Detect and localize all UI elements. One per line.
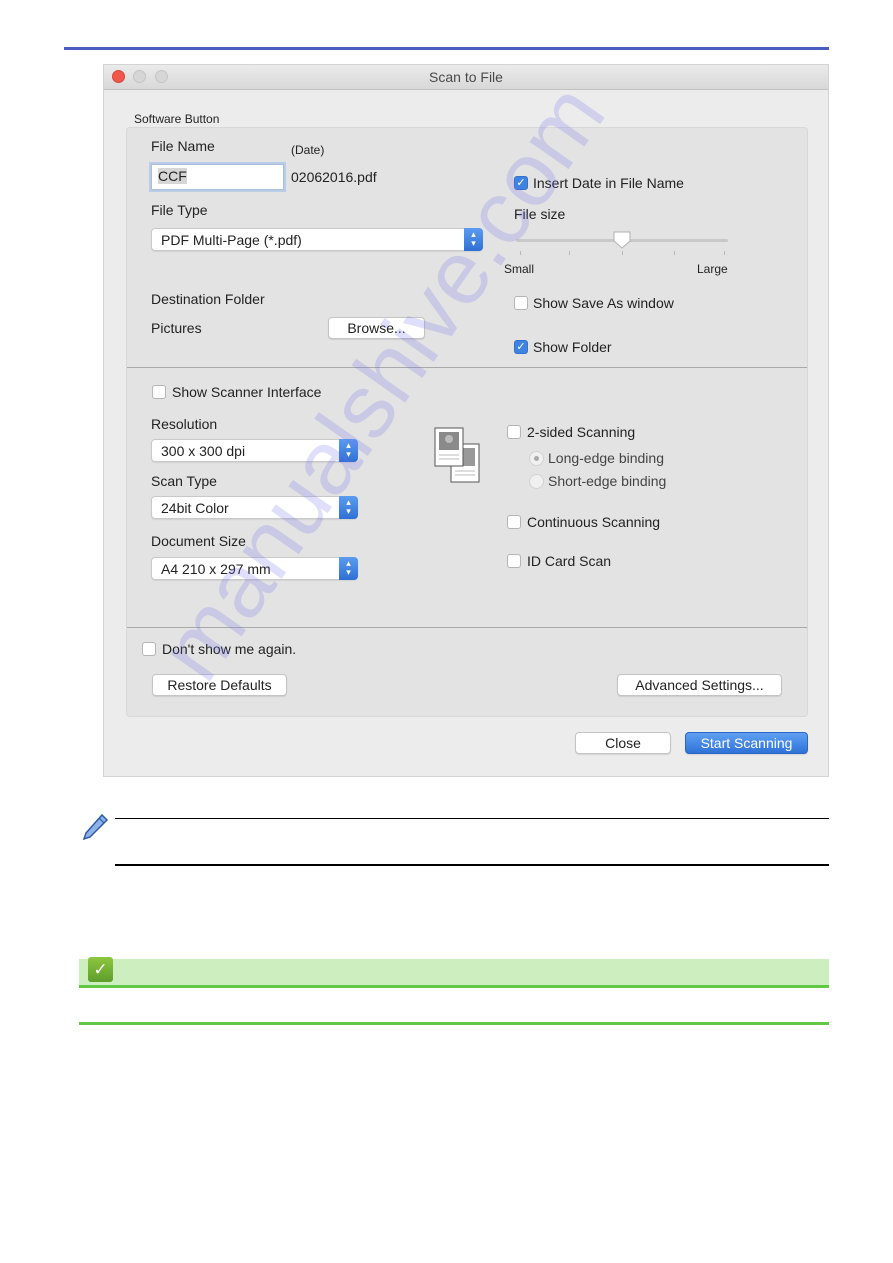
document-size-value: A4 210 x 297 mm [161,561,271,577]
scan-type-label: Scan Type [151,473,217,489]
related-info-rule [79,985,829,988]
show-folder-checkbox[interactable]: ✓ [514,340,528,354]
insert-date-label: Insert Date in File Name [533,175,684,191]
insert-date-checkbox[interactable]: ✓ [514,176,528,190]
destination-folder-label: Destination Folder [151,291,265,307]
slider-tick [674,251,675,255]
stepper-icon: ▴ ▾ [339,557,358,580]
resolution-label: Resolution [151,416,218,432]
show-save-as-checkbox[interactable] [514,296,528,310]
id-card-scan-label: ID Card Scan [527,553,612,569]
continuous-scanning-label: Continuous Scanning [527,514,661,530]
two-sided-scanning-checkbox[interactable] [507,425,521,439]
section-label: Software Button [134,112,220,126]
file-name-label: File Name [151,138,215,154]
note-top-rule [115,818,829,819]
restore-defaults-button[interactable]: Restore Defaults [152,674,287,696]
file-type-select[interactable]: PDF Multi-Page (*.pdf) ▴ ▾ [151,228,483,251]
date-label: (Date) [291,143,325,157]
show-scanner-interface-label: Show Scanner Interface [172,384,322,400]
file-size-label: File size [514,206,566,222]
long-edge-binding-radio[interactable] [529,451,544,466]
window-title: Scan to File [429,69,503,85]
resolution-value: 300 x 300 dpi [161,443,246,459]
check-icon: ✓ [516,341,526,353]
pencil-icon [82,813,109,841]
dont-show-again-checkbox[interactable] [142,642,156,656]
file-name-value: CCF [158,168,187,184]
check-icon: ✓ [516,177,526,189]
slider-tick [622,251,623,255]
scan-to-file-dialog: Scan to File Software Button File Name (… [103,64,829,777]
stepper-icon: ▴ ▾ [339,496,358,519]
short-edge-binding-radio[interactable] [529,474,544,489]
document-size-select[interactable]: A4 210 x 297 mm ▴ ▾ [151,557,358,580]
separator [127,367,807,368]
destination-folder-value: Pictures [151,320,202,336]
short-edge-binding-label: Short-edge binding [548,473,667,489]
note-bottom-rule [115,864,829,866]
scan-type-select[interactable]: 24bit Color ▴ ▾ [151,496,358,519]
advanced-settings-button[interactable]: Advanced Settings... [617,674,782,696]
scan-type-value: 24bit Color [161,500,229,516]
file-name-input[interactable]: CCF [151,164,284,190]
close-button[interactable]: Close [575,732,671,754]
slider-tick [569,251,570,255]
separator [127,627,807,628]
slider-tick [724,251,725,255]
related-info-bottom-rule [79,1022,829,1025]
resolution-select[interactable]: 300 x 300 dpi ▴ ▾ [151,439,358,462]
related-info-bar [79,959,829,985]
document-size-label: Document Size [151,533,246,549]
page-top-rule [64,47,829,50]
file-type-value: PDF Multi-Page (*.pdf) [161,232,302,248]
stepper-icon: ▴ ▾ [464,228,483,251]
size-large-label: Large [697,262,728,276]
start-scanning-button[interactable]: Start Scanning [685,732,808,754]
title-bar[interactable]: Scan to File [104,65,828,90]
file-size-slider-thumb[interactable] [612,230,632,250]
slider-tick [520,251,521,255]
show-scanner-interface-checkbox[interactable] [152,385,166,399]
long-edge-binding-label: Long-edge binding [548,450,664,466]
size-small-label: Small [504,262,535,276]
two-sided-scanning-label: 2-sided Scanning [527,424,636,440]
file-type-label: File Type [151,202,208,218]
browse-button[interactable]: Browse... [328,317,425,339]
date-suffix: 02062016.pdf [291,169,377,185]
continuous-scanning-checkbox[interactable] [507,515,521,529]
settings-group: File Name (Date) CCF 02062016.pdf File T… [126,127,808,717]
id-card-scan-checkbox[interactable] [507,554,521,568]
duplex-pages-icon [434,427,480,483]
dont-show-again-label: Don't show me again. [162,641,297,657]
checkmark-icon: ✓ [88,957,113,982]
stepper-icon: ▴ ▾ [339,439,358,462]
show-folder-label: Show Folder [533,339,612,355]
show-save-as-label: Show Save As window [533,295,674,311]
